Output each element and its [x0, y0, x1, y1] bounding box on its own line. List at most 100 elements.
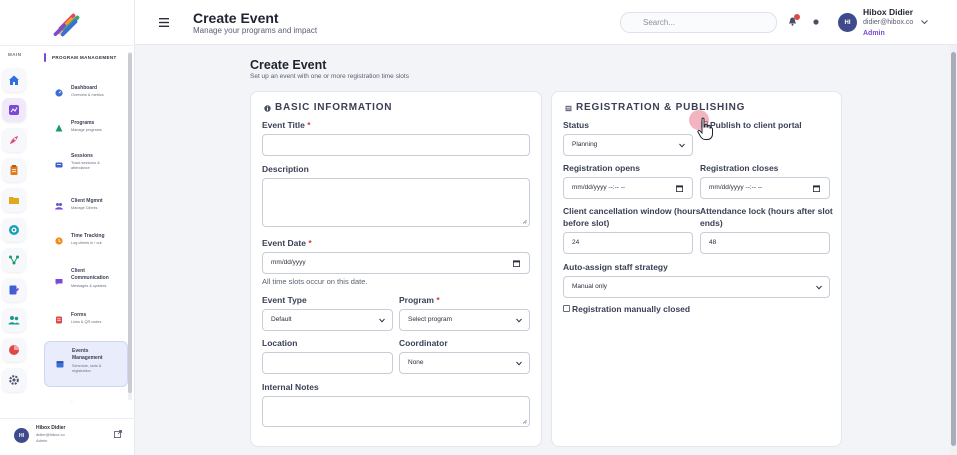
- registration-closes-input[interactable]: mm/dd/yyyy --:-- --: [700, 177, 830, 199]
- nav-item-programs[interactable]: Programs Manage programs: [44, 110, 128, 146]
- page-title: Create Event: [250, 58, 327, 72]
- list-icon: [565, 105, 572, 112]
- status-dot-icon[interactable]: [813, 19, 819, 25]
- users-icon: [8, 316, 20, 325]
- internal-notes-textarea[interactable]: [262, 396, 530, 427]
- external-link-icon[interactable]: [114, 430, 122, 438]
- header-user-name[interactable]: Hibox Didier: [863, 7, 913, 17]
- app-logo[interactable]: [52, 9, 82, 39]
- forms-icon: [56, 316, 62, 324]
- event-title-input[interactable]: [262, 134, 530, 156]
- header-user-role: Admin: [863, 30, 885, 37]
- rail-documents-button[interactable]: [2, 278, 26, 302]
- chevron-down-icon[interactable]: [921, 19, 928, 25]
- header-subtitle: Manage your programs and impact: [193, 26, 318, 35]
- header-title: Create Event: [193, 10, 279, 26]
- auto-assign-select[interactable]: Manual only: [563, 276, 830, 298]
- chevron-down-icon: [516, 361, 522, 366]
- coordinator-select[interactable]: None: [399, 352, 530, 374]
- search-placeholder: Search...: [643, 18, 676, 27]
- internal-notes-label: Internal Notes: [262, 382, 319, 392]
- nav-item-label: Time Tracking: [71, 233, 105, 239]
- calendar-picker-icon[interactable]: [813, 185, 820, 192]
- registration-publishing-card: REGISTRATION & PUBLISHING Status Plannin…: [551, 91, 842, 447]
- nav-item-label: Client Mgmnt: [71, 198, 103, 204]
- rail-network-button[interactable]: [2, 248, 26, 272]
- nav-item-sessions[interactable]: Sessions Track sessions & attendance: [44, 147, 128, 183]
- registration-opens-input[interactable]: mm/dd/yyyy --:-- --: [563, 177, 693, 199]
- notification-badge: [794, 14, 800, 20]
- chat-icon: [55, 279, 63, 285]
- calendar-picker-icon[interactable]: [676, 185, 683, 192]
- nav-item-time-tracking[interactable]: Time Tracking Log clients in / out: [44, 223, 128, 259]
- nav-item-label: Programs: [71, 120, 95, 126]
- description-textarea[interactable]: [262, 178, 530, 227]
- chevron-down-icon: [516, 318, 522, 323]
- document-edit-icon: [9, 285, 20, 295]
- sidebar-divider: [0, 45, 135, 46]
- program-value: Select program: [408, 316, 453, 323]
- section-accent-bar: [44, 53, 46, 62]
- registration-closes-value: mm/dd/yyyy --:-- --: [709, 184, 763, 191]
- user-name: Hibox Didier: [36, 425, 66, 431]
- nav-item-dashboard[interactable]: Dashboard Overview & metrics: [44, 75, 128, 111]
- clipboard-icon: [10, 165, 18, 175]
- nav-item-events-management[interactable]: Events Management Schedule, slots & regi…: [44, 341, 128, 387]
- menu-toggle-icon[interactable]: [159, 18, 169, 27]
- rail-target-button[interactable]: [2, 218, 26, 242]
- rail-launch-button[interactable]: [2, 128, 26, 152]
- rail-clipboard-button[interactable]: [2, 158, 26, 182]
- location-label: Location: [262, 338, 298, 348]
- registration-closes-label: Registration closes: [700, 163, 779, 173]
- header-user-email: didier@hibox.co: [863, 19, 914, 26]
- cancellation-window-label: Client cancellation window (hours: [563, 206, 701, 216]
- calendar-picker-icon[interactable]: [513, 260, 520, 267]
- rail-folder-button[interactable]: [2, 188, 26, 212]
- auto-assign-label: Auto-assign staff strategy: [563, 262, 668, 272]
- app-root: MAIN PROGRAM MANAGEMENT Dashboard Overvi…: [0, 0, 957, 455]
- rail-home-button[interactable]: [2, 68, 26, 92]
- registration-publishing-heading: REGISTRATION & PUBLISHING: [576, 102, 746, 113]
- publish-to-portal-label[interactable]: Publish to client portal: [710, 120, 802, 130]
- resize-grip-icon[interactable]: [522, 419, 527, 424]
- event-type-select[interactable]: Default: [262, 309, 393, 331]
- manually-closed-checkbox[interactable]: [563, 305, 570, 312]
- event-date-input[interactable]: mm/dd/yyyy: [262, 252, 530, 274]
- header-avatar[interactable]: HI: [838, 13, 857, 32]
- rail-settings-button[interactable]: [2, 368, 26, 392]
- manually-closed-label[interactable]: Registration manually closed: [572, 304, 690, 314]
- nav-item-forms[interactable]: Forms Links & QR codes: [44, 302, 128, 338]
- location-input[interactable]: [262, 352, 393, 374]
- auto-assign-value: Manual only: [572, 283, 608, 290]
- page-scroll-thumb[interactable]: [951, 52, 956, 446]
- nav-item-client-mgmnt[interactable]: Client Mgmnt Manage Clients: [44, 188, 128, 224]
- search-input[interactable]: Search...: [620, 12, 777, 33]
- program-select[interactable]: Select program: [399, 309, 530, 331]
- avatar[interactable]: HI: [14, 428, 29, 443]
- resize-grip-icon[interactable]: [522, 219, 527, 224]
- rail-reports-button[interactable]: [2, 338, 26, 362]
- coordinator-label: Coordinator: [399, 338, 448, 348]
- chart-icon: [9, 105, 19, 115]
- nav-item-label: Client Communication: [71, 268, 109, 281]
- chevron-down-icon: [816, 285, 822, 290]
- sidebar: MAIN PROGRAM MANAGEMENT Dashboard Overvi…: [0, 0, 135, 455]
- nav-item-description: Log clients in / out: [71, 241, 102, 245]
- nav-item-label: Events Management: [72, 348, 103, 361]
- rail-users-button[interactable]: [2, 308, 26, 332]
- registration-opens-label: Registration opens: [563, 163, 640, 173]
- nav-item-client-communication[interactable]: Client Communication Messages & updates: [44, 262, 128, 302]
- event-type-value: Default: [271, 316, 292, 323]
- rail-programs-button[interactable]: [2, 98, 26, 122]
- registration-opens-value: mm/dd/yyyy --:-- --: [572, 184, 626, 191]
- attendance-lock-input[interactable]: 48: [700, 232, 830, 254]
- nav-item-description: Messages & updates: [71, 284, 107, 288]
- user-email: didier@hibox.co: [36, 432, 65, 437]
- program-management-title: PROGRAM MANAGEMENT: [52, 55, 117, 60]
- sidebar-scroll-thumb[interactable]: [128, 53, 132, 393]
- status-select[interactable]: Planning: [563, 134, 693, 156]
- chevron-down-icon: [379, 318, 385, 323]
- nav-item-description: Overview & metrics: [71, 93, 104, 97]
- cancellation-window-input[interactable]: 24: [563, 232, 693, 254]
- nav-item-description: Links & QR codes: [71, 320, 102, 324]
